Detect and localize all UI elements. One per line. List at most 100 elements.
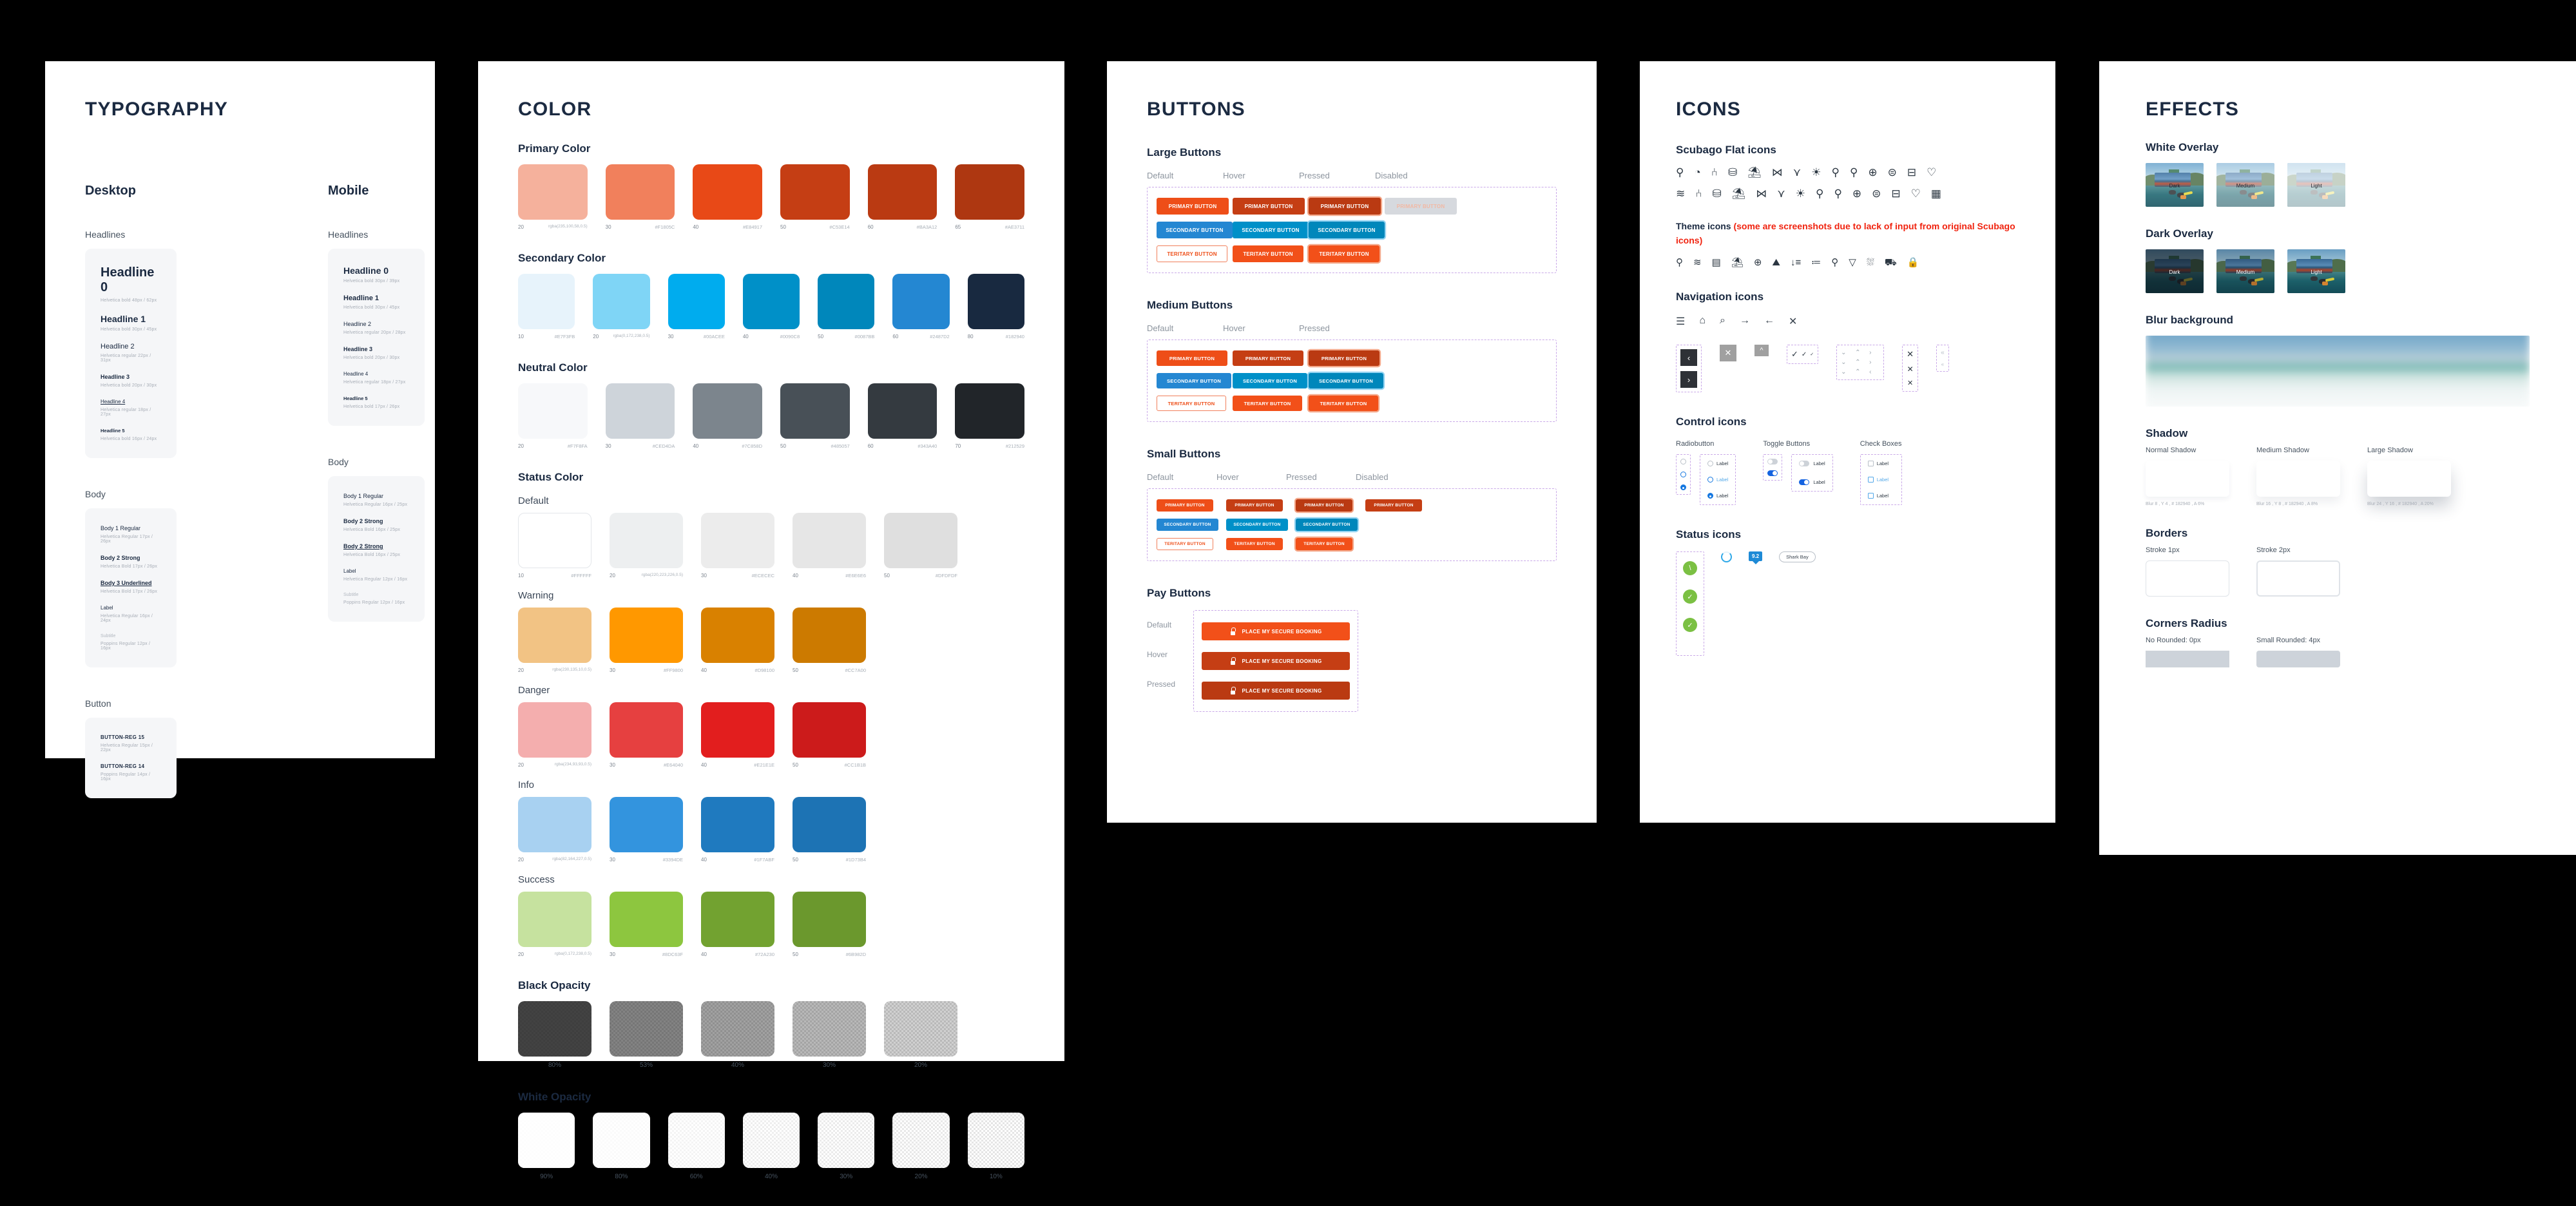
color-swatch[interactable]: 40 #E21E1E (701, 702, 774, 768)
sunrise-icon[interactable]: ☀ (1796, 188, 1805, 199)
lock-icon[interactable]: 🔒 (1907, 258, 1919, 267)
color-swatch[interactable]: 80 #182940 (967, 274, 1024, 340)
opacity-swatch[interactable]: 20% (892, 1113, 950, 1180)
opacity-swatch[interactable]: 60% (668, 1113, 725, 1180)
color-swatch[interactable]: 50 #0087BB (818, 274, 875, 340)
search-icon[interactable]: ⌕ (1720, 315, 1725, 328)
map-icon[interactable]: ⛰ (1772, 258, 1780, 267)
tertiary-button-hover[interactable]: TERITARY BUTTON (1226, 538, 1283, 550)
pay-button[interactable]: PLACE MY SECURE BOOKING (1202, 622, 1350, 640)
color-swatch[interactable]: 30 #CED4DA (605, 383, 675, 449)
chevron-icon[interactable]: ⌄ (1841, 349, 1851, 356)
secondary-button-default[interactable]: SECONDARY BUTTON (1157, 222, 1233, 238)
color-swatch[interactable]: 70 #212529 (955, 383, 1025, 449)
double-chevron-icon[interactable]: « (1941, 361, 1944, 367)
color-swatch[interactable]: 30 #ECECEC (701, 513, 774, 579)
color-swatch[interactable]: 50 #1D73B4 (793, 797, 866, 863)
color-swatch[interactable]: 10 #FFFFFF (518, 513, 591, 579)
color-swatch[interactable]: 50 #DFDFDF (884, 513, 957, 579)
color-swatch[interactable]: 40 #E84917 (693, 164, 763, 230)
color-swatch[interactable]: 30 #8DC63F (610, 892, 683, 957)
pay-button[interactable]: PLACE MY SECURE BOOKING (1202, 652, 1350, 670)
primary-button-hover[interactable]: PRIMARY BUTTON (1233, 198, 1305, 215)
home-icon[interactable]: ⌂ (1699, 315, 1706, 328)
secondary-button-hover[interactable]: SECONDARY BUTTON (1226, 519, 1288, 531)
color-swatch[interactable]: 30 #E64040 (610, 702, 683, 768)
toggle-off-icon[interactable] (1799, 461, 1810, 467)
opacity-swatch[interactable]: 30% (818, 1113, 875, 1180)
pin-drop-icon[interactable]: ⚲ (1850, 167, 1858, 178)
arrow-right-icon[interactable]: → (1740, 315, 1750, 328)
fish-icon[interactable]: ⋈ (1772, 167, 1783, 178)
tertiary-button-default[interactable]: TERITARY BUTTON (1157, 538, 1213, 550)
secondary-button-hover[interactable]: SECONDARY BUTTON (1233, 373, 1307, 388)
color-swatch[interactable]: 30 #FF9800 (610, 608, 683, 673)
color-swatch[interactable]: 40 #E6E6E6 (793, 513, 866, 579)
pin-icon[interactable]: ⚲ (1816, 188, 1823, 199)
bed-icon[interactable]: ⛱ (1731, 258, 1744, 267)
opacity-swatch[interactable]: 30% (793, 1001, 866, 1069)
pin-heart-icon[interactable]: ♡ (1911, 188, 1921, 199)
fish-icon[interactable]: ⋈ (1756, 188, 1767, 199)
radio-off-icon[interactable] (1707, 477, 1713, 483)
primary-button-default[interactable]: PRIMARY BUTTON (1157, 350, 1227, 366)
fins-icon[interactable]: ⑃ (1695, 188, 1702, 199)
opacity-swatch[interactable]: 80% (593, 1113, 650, 1180)
sort-icon[interactable]: ↓≡ (1791, 258, 1801, 267)
color-swatch[interactable]: 20 rgba(0,172,238,0.5) (518, 892, 591, 957)
primary-button-default[interactable]: PRIMARY BUTTON (1157, 198, 1229, 215)
color-swatch[interactable]: 60 #343A40 (867, 383, 937, 449)
pin-heart-icon[interactable]: ♡ (1927, 167, 1936, 178)
color-swatch[interactable]: 20 rgba(220,223,226,0.5) (610, 513, 683, 579)
waves-icon[interactable]: ≋ (1693, 258, 1702, 267)
calendar-icon[interactable]: ▤ (1712, 258, 1721, 267)
color-swatch[interactable]: 40 #1F7ABF (701, 797, 774, 863)
tertiary-button-default[interactable]: TERITARY BUTTON (1157, 396, 1226, 411)
prev-button[interactable]: ‹ (1680, 349, 1697, 367)
tertiary-button-hover[interactable]: TERITARY BUTTON (1233, 396, 1302, 411)
hamburger-icon[interactable]: ☰ (1676, 315, 1685, 328)
chevron-icon[interactable]: ⌃ (1855, 349, 1865, 356)
tertiary-button-hover[interactable]: TERITARY BUTTON (1233, 245, 1303, 262)
primary-button-default[interactable]: PRIMARY BUTTON (1157, 499, 1213, 512)
arrow-left-icon[interactable]: ← (1764, 315, 1774, 328)
pay-button[interactable]: PLACE MY SECURE BOOKING (1202, 682, 1350, 700)
pin-globe-icon[interactable]: ⊕ (1852, 188, 1861, 199)
whale-tail-icon[interactable]: ⋎ (1777, 188, 1785, 199)
tertiary-button-pressed[interactable]: TERITARY BUTTON (1296, 538, 1352, 550)
location-icon[interactable]: ⚲ (1831, 258, 1838, 267)
filter-icon[interactable]: ≔ (1811, 258, 1821, 267)
color-swatch[interactable]: 50 #C53E14 (780, 164, 850, 230)
secondary-button-pressed[interactable]: SECONDARY BUTTON (1309, 373, 1383, 388)
chevron-icon[interactable]: › (1869, 349, 1879, 356)
color-swatch[interactable]: 60 #2487D2 (892, 274, 950, 340)
opacity-swatch[interactable]: 40% (742, 1113, 800, 1180)
primary-button-pressed[interactable]: PRIMARY BUTTON (1309, 198, 1381, 215)
boat-icon[interactable]: ⛆ (1867, 258, 1874, 267)
fins-icon[interactable]: ⑃ (1711, 167, 1718, 178)
whale-tail-icon[interactable]: ⋎ (1793, 167, 1801, 178)
opacity-swatch[interactable]: 90% (518, 1113, 575, 1180)
color-swatch[interactable]: 20 rgba(235,100,58,0.5) (518, 164, 588, 230)
radio-disabled[interactable] (1680, 459, 1686, 465)
primary-button-pressed[interactable]: PRIMARY BUTTON (1296, 499, 1352, 512)
color-swatch[interactable]: 50 #485057 (780, 383, 850, 449)
funnel-icon[interactable]: ▽ (1849, 258, 1856, 267)
opacity-swatch[interactable]: 20% (884, 1001, 957, 1069)
diving-tank-icon[interactable]: ◔ (1694, 167, 1700, 178)
tertiary-button-pressed[interactable]: TERITARY BUTTON (1309, 396, 1378, 411)
close-icon[interactable]: ✕ (1789, 315, 1797, 328)
chevron-icon[interactable]: ⌄ (1841, 359, 1851, 366)
primary-button-hover[interactable]: PRIMARY BUTTON (1233, 350, 1303, 366)
secondary-button-pressed[interactable]: SECONDARY BUTTON (1309, 222, 1385, 238)
close-button-large[interactable]: ✕ (1720, 345, 1736, 362)
radio-off-icon[interactable] (1707, 461, 1713, 467)
close-icon[interactable]: ✕ (1907, 379, 1913, 387)
bed-icon[interactable]: ⛱ (1747, 167, 1762, 178)
color-swatch[interactable]: 20 #F7F8FA (518, 383, 588, 449)
bus-icon[interactable]: ⛟ (1885, 258, 1897, 267)
double-chevron-icon[interactable]: « (1941, 349, 1945, 356)
radio-off[interactable] (1680, 472, 1686, 478)
chevron-up-button[interactable]: ^ (1754, 345, 1769, 357)
primary-button-pressed[interactable]: PRIMARY BUTTON (1309, 350, 1379, 366)
